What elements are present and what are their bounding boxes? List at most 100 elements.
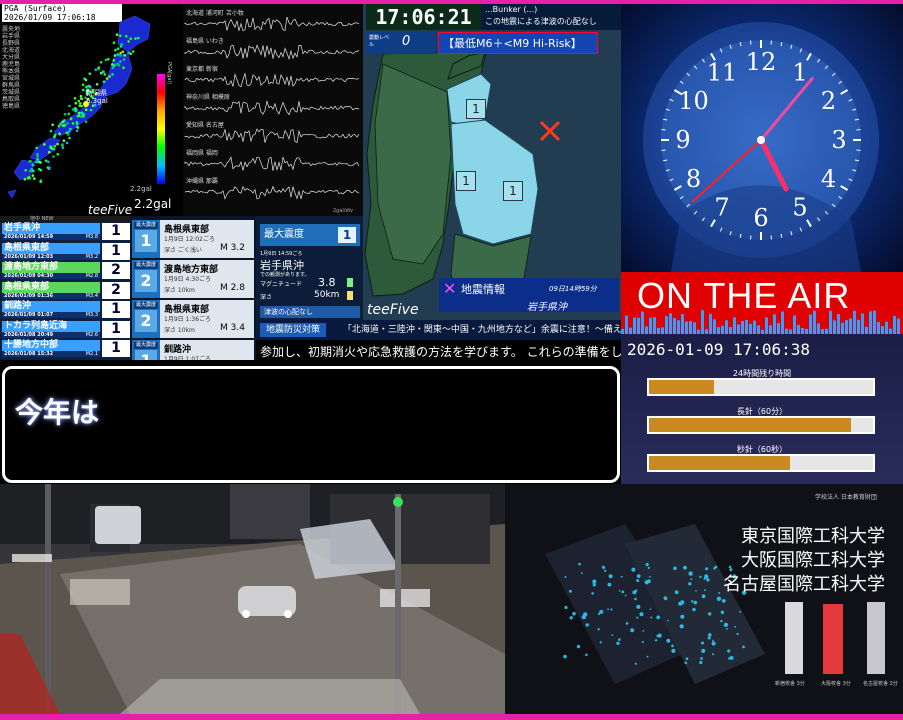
quake-history-intensity: 1 [102,301,130,318]
latest-date: 1月9日 14:59ごろ [260,251,303,257]
clock-center [757,136,765,144]
quake-history-name: 十勝地方中部 [2,340,100,351]
waveform-footer: 2gal/div [333,208,354,214]
quake-history-mag: M2.1 [85,351,98,357]
quake-card[interactable]: 最大震度 1 島根県東部 1月9日 12:02ごろ 深さ ごく浅い M 3.2 [132,220,254,258]
time-progress-panel: 2026-01-09 17:06:38 24時間残り時間 長針（60分） 秒針（60… [621,334,903,484]
clock-numeral: 3 [831,126,846,154]
map-info-time: 09日14時59分 [549,285,597,293]
waveform-station-label: 福島県 いわき [186,38,224,45]
clock-numeral: 10 [678,87,709,115]
quake-history-intensity: 1 [102,242,130,260]
brand-logo: teeFive [88,203,133,217]
waveform-station-label: 神奈川県 相模原 [186,94,230,101]
quake-history-row[interactable]: 十勝地方中部 M2.1 2026/01/08 15:32 1 [2,340,130,357]
waveform-panel: 北海道 浦河町 苫小牧 福島県 いわき 東京都 新宿 神奈川県 相模原 愛知県 名古屋福… [183,4,363,216]
ad-building-osaka [823,604,843,674]
map-note-line1: ...Bunker (...) [485,5,538,14]
latest-mag: 3.8 [318,276,336,289]
quake-history-mag: M2.8 [85,273,98,279]
quake-card-badge: 最大震度 2 [132,260,160,298]
pga-color-legend [157,74,165,184]
quake-history-row[interactable]: トカラ列島近海 M2.6 2026/01/08 20:49 1 [2,320,130,338]
waveform-station-label: 東京都 新宿 [186,66,218,73]
quake-history-row[interactable]: 島根県東部 M3.4 2026/01/09 01:36 2 [2,281,130,299]
quake-card-intensity: 1 [135,350,157,360]
ad-caption: 新宿校舎 3分 [775,681,805,687]
map-level-box: 震動レベル 0 [366,32,436,54]
latest-depth-indicator [347,291,353,300]
latest-intensity: 1 [338,227,356,243]
subtitle-text: 今年は [15,396,100,429]
quake-history-list: 地中 NEW teeFive 岩手県沖 M3.8 2026/01/09 14:59 1… [0,203,132,360]
disaster-ticker: 地震防災対策 「北海道・三陸沖・関東〜中国・九州地方など」余震に注意！〜備えを〜 [256,320,621,340]
street-camera [0,484,505,714]
broadcast-screen: PGA (Surface) 2026/01/09 17:06:18 震央地 岩手県… [0,0,903,720]
clock-numeral: 9 [675,126,690,154]
quake-card[interactable]: 最大震度 2 島根県東部 1月9日 1:36ごろ 深さ 10km M 3.4 [132,300,254,338]
quake-history-name: 島根県東部 [2,281,100,293]
quake-card[interactable]: 最大震度 2 渡島地方東部 1月9日 4:30ごろ 深さ 10km M 2.8 [132,260,254,298]
quake-history-date: 2026/01/09 04:30 [4,273,54,279]
clock-numeral: 4 [821,165,836,193]
quake-card-badge-label: 最大震度 [134,262,158,269]
quake-history-name: 岩手県沖 [2,223,100,234]
ad-line: 東京国際工科大学 [741,526,885,547]
clock-numeral: 12 [746,48,777,76]
quake-card-badge-label: 最大震度 [134,342,158,349]
audio-equalizer [621,310,900,334]
analog-clock-panel: 12 1 2 3 4 5 6 7 8 9 10 11 [621,4,903,272]
map-risk-banner: 【最低M6＋<M9 Hi-Risk】 [438,32,598,54]
quake-history-detail: M3.3 2026/01/09 01:07 [2,312,100,318]
quake-card-intensity: 2 [135,270,157,292]
quake-card-badge-label: 最大震度 [134,222,158,229]
quake-card-intensity: 1 [135,230,157,252]
university-ad: 学校法人 日本教育財団 東京国際工科大学 大阪国際工科大学 名古屋国際工科大学 … [505,484,903,714]
quake-history-date: 2026/01/09 12:03 [4,253,54,260]
map-info-x-icon: ✕ [443,279,457,298]
quake-card-mag: M 2.8 [220,283,245,293]
quake-history-intensity: 1 [102,223,130,240]
quake-history-detail: M3.4 2026/01/09 01:36 [2,292,100,299]
map-intensity-marker: 1 [466,99,486,119]
quake-history-intensity: 2 [102,262,130,279]
quake-card-mag: M 3.4 [220,323,245,333]
ad-building-nagoya [867,602,885,674]
quake-card-badge: 最大震度 2 [132,300,160,338]
clock-numeral: 5 [792,194,807,222]
clock-numeral: 11 [707,59,738,87]
map-clock: 17:06:21 [366,4,481,30]
map-info-box: ✕ 地震情報 09日14時59分 岩手県沖 [439,278,619,313]
waveform-station-label: 北海道 浦河町 苫小牧 [186,10,244,17]
quake-card-date: 1月9日 1:07ごろ [164,356,212,360]
quake-history-row[interactable]: 島根県東部 M3.2 2026/01/09 12:03 1 [2,242,130,260]
ad-sponsor: 学校法人 日本教育財団 [815,494,877,501]
waveform-station-label: 愛知県 名古屋 [186,122,224,129]
latest-note: での観測があります。 [260,272,310,278]
pga-value: 2.2gal [134,197,172,211]
quake-history-mag: M3.4 [85,292,98,299]
quake-history-date: 2026/01/09 14:59 [4,234,54,240]
map-intensity-marker: 1 [456,171,476,191]
quake-history-row[interactable]: 釧路沖 M3.3 2026/01/09 01:07 1 [2,301,130,318]
quake-history-mag: M3.3 [85,312,98,318]
quake-card[interactable]: 最大震度1釧路沖1月9日 1:07ごろ [132,340,254,360]
quake-history-row[interactable]: 岩手県沖 M3.8 2026/01/09 14:59 1 [2,223,130,240]
quake-history-intensity: 2 [102,281,130,299]
pga-legend-label: PGA[gal] [166,62,172,84]
clock-numeral: 6 [753,204,768,232]
quake-history-date: 2026/01/08 20:49 [4,331,54,338]
quake-history-detail: M2.6 2026/01/08 20:49 [2,331,100,338]
clock-numeral: 2 [821,87,836,115]
quake-card-panel: 最大震度 1 島根県東部 1月9日 12:02ごろ 深さ ごく浅い M 3.2 最大震度 2 渡… [130,216,256,360]
quake-history-row[interactable]: 渡島地方東部 M2.8 2026/01/09 04:30 2 [2,262,130,279]
map-intensity-marker: 1 [503,181,523,201]
ad-line: 名古屋国際工科大学 [723,574,885,595]
map-note-line2: この地震による津波の心配なし [485,17,597,26]
quake-card-date: 1月9日 4:30ごろ [164,276,212,283]
quake-history-date: 2026/01/08 15:32 [4,351,54,357]
ad-caption: 大阪校舎 3分 [821,681,851,687]
clock-numeral: 7 [714,194,729,222]
progress-bar [647,378,875,396]
clock-numeral: 1 [792,59,807,87]
